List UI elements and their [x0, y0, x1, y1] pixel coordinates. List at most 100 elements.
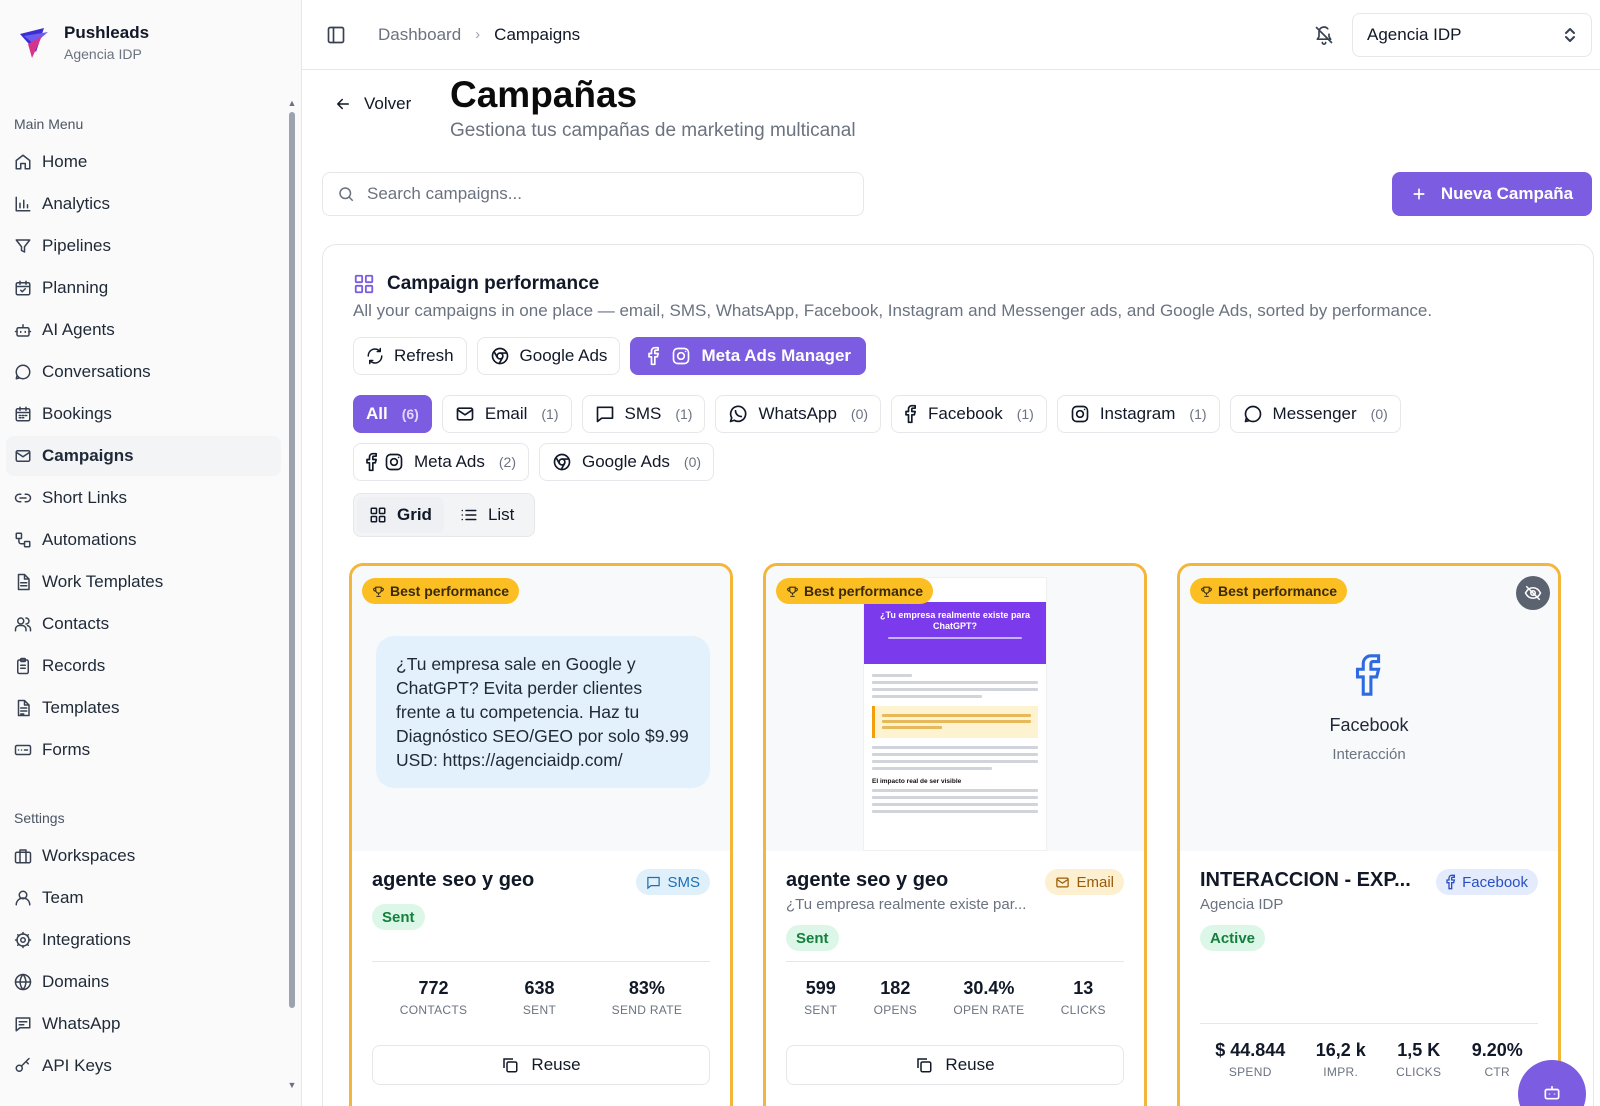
message-circle-icon	[1244, 405, 1261, 423]
meta-ads-manager-button[interactable]: Meta Ads Manager	[630, 337, 867, 375]
channel-badge-label: SMS	[667, 873, 700, 891]
trophy-icon	[787, 586, 798, 597]
card-preview: Best performance ¿Tu empresa realmente e…	[766, 566, 1144, 851]
view-grid-button[interactable]: Grid	[357, 497, 444, 533]
sidebar-item-work-templates[interactable]: Work Templates	[6, 562, 281, 602]
best-performance-badge: Best performance	[362, 578, 520, 604]
card-body: agente seo y geo ¿Tu empresa realmente e…	[766, 851, 1144, 1106]
campaign-card-facebook[interactable]: Best performance Facebook Interacción IN…	[1177, 563, 1561, 1106]
best-performance-label: Best performance	[1218, 583, 1338, 599]
new-campaign-button[interactable]: Nueva Campaña	[1392, 172, 1592, 216]
card-preview: Best performance ¿Tu empresa sale en Goo…	[352, 566, 730, 851]
users-icon	[14, 617, 32, 632]
filter-google-ads[interactable]: Google Ads (0)	[539, 443, 715, 481]
sidebar-item-forms[interactable]: Forms	[6, 730, 281, 770]
reuse-button[interactable]: Reuse	[786, 1045, 1124, 1085]
sidebar-item-campaigns[interactable]: Campaigns	[6, 436, 281, 476]
search-input[interactable]	[367, 184, 827, 204]
main-content: Dashboard › Campaigns Agencia IDP Volver…	[302, 0, 1600, 1106]
sidebar-toggle-button[interactable]	[322, 21, 350, 49]
scroll-up-arrow-icon[interactable]: ▲	[287, 98, 297, 108]
brand[interactable]: Pushleads Agencia IDP	[0, 0, 301, 84]
refresh-button[interactable]: Refresh	[353, 337, 467, 375]
mail-icon	[1056, 877, 1070, 887]
sidebar-item-analytics[interactable]: Analytics	[6, 184, 281, 224]
breadcrumb-campaigns: Campaigns	[494, 24, 581, 44]
google-ads-button[interactable]: Google Ads	[476, 337, 621, 375]
sidebar-scrollbar[interactable]	[289, 112, 295, 1008]
stat-label: SEND RATE	[611, 1003, 683, 1017]
status-badge: Active	[1200, 925, 1266, 951]
stat-value: 9.20%	[1471, 1040, 1523, 1060]
stat-label: CLICKS	[1396, 1065, 1442, 1079]
workflow-icon	[15, 532, 31, 548]
filter-instagram[interactable]: Instagram (1)	[1056, 395, 1220, 433]
sidebar-item-templates[interactable]: Templates	[6, 688, 281, 728]
filter-count: (6)	[401, 406, 419, 422]
channel-badge-label: Email	[1076, 873, 1114, 891]
facebook-icon	[648, 346, 660, 366]
filter-all[interactable]: All (6)	[353, 395, 432, 433]
panel-description: All your campaigns in one place — email,…	[353, 301, 1433, 320]
grid-icon	[354, 274, 374, 294]
arrow-left-icon	[337, 98, 349, 110]
filter-count: (0)	[683, 454, 702, 470]
filter-email[interactable]: Email (1)	[441, 395, 572, 433]
sidebar-item-contacts[interactable]: Contacts	[6, 604, 281, 644]
stat-label: OPENS	[873, 1003, 918, 1017]
sidebar-item-records[interactable]: Records	[6, 646, 281, 686]
breadcrumb-dashboard[interactable]: Dashboard	[378, 25, 461, 45]
best-performance-badge: Best performance	[1190, 578, 1348, 604]
campaign-card-email[interactable]: Best performance ¿Tu empresa realmente e…	[763, 563, 1147, 1106]
sidebar-item-api-keys[interactable]: API Keys	[6, 1046, 281, 1086]
filter-label: Facebook	[928, 404, 1003, 423]
hide-button[interactable]	[1516, 576, 1550, 610]
sidebar-item-home[interactable]: Home	[6, 142, 281, 182]
panel-left-icon	[327, 26, 345, 43]
campaign-card-sms[interactable]: Best performance ¿Tu empresa sale en Goo…	[349, 563, 733, 1106]
workspace-select[interactable]: Agencia IDP	[1352, 12, 1592, 57]
filter-count: (0)	[1370, 406, 1388, 422]
clipboard-icon	[17, 657, 29, 675]
stat-sent: 599 SENT	[804, 978, 837, 1017]
sidebar-item-workspaces[interactable]: Workspaces	[6, 836, 281, 876]
sidebar-item-integrations[interactable]: Integrations	[6, 920, 281, 960]
sidebar-item-team[interactable]: Team	[6, 878, 281, 918]
sidebar-item-whatsapp[interactable]: WhatsApp	[6, 1004, 281, 1044]
sidebar-item-planning[interactable]: Planning	[6, 268, 281, 308]
topbar: Dashboard › Campaigns Agencia IDP	[302, 0, 1600, 70]
page-title: Campañas	[450, 74, 638, 115]
back-button[interactable]: Volver	[334, 94, 411, 114]
chrome-icon	[491, 347, 508, 365]
scroll-down-arrow-icon[interactable]: ▼	[287, 1080, 297, 1090]
sidebar-item-label: Conversations	[42, 362, 151, 381]
filter-whatsapp[interactable]: WhatsApp (0)	[715, 395, 882, 433]
sidebar-item-automations[interactable]: Automations	[6, 520, 281, 560]
filter-messenger[interactable]: Messenger (0)	[1229, 395, 1401, 433]
sidebar-item-bookings[interactable]: Bookings	[6, 394, 281, 434]
ad-platform-name: Facebook	[1329, 715, 1409, 735]
bell-off-icon[interactable]	[1314, 25, 1334, 45]
file-icon	[17, 573, 30, 591]
stat-send-rate: 83% SEND RATE	[612, 978, 683, 1017]
sidebar-item-label: Short Links	[42, 488, 128, 507]
mail-icon	[15, 450, 31, 462]
sidebar-item-short-links[interactable]: Short Links	[6, 478, 281, 518]
filter-sms[interactable]: SMS (1)	[581, 395, 706, 433]
sidebar-item-ai-agents[interactable]: AI Agents	[6, 310, 281, 350]
reuse-button[interactable]: Reuse	[372, 1045, 710, 1085]
link-icon	[14, 493, 32, 503]
filter-count: (1)	[1016, 406, 1034, 422]
filter-meta-ads[interactable]: Meta Ads (2)	[353, 443, 529, 481]
sidebar-item-domains[interactable]: Domains	[6, 962, 281, 1002]
message-square-icon	[15, 1017, 31, 1032]
view-list-button[interactable]: List	[448, 497, 526, 533]
instagram-icon	[1071, 405, 1089, 423]
filter-count: (1)	[675, 406, 693, 422]
stat-label: OPEN RATE	[953, 1003, 1025, 1017]
back-button-label: Volver	[364, 94, 412, 113]
sidebar-item-pipelines[interactable]: Pipelines	[6, 226, 281, 266]
filter-facebook[interactable]: Facebook (1)	[891, 395, 1047, 433]
sidebar-item-conversations[interactable]: Conversations	[6, 352, 281, 392]
stat-label: CONTACTS	[399, 1003, 468, 1017]
